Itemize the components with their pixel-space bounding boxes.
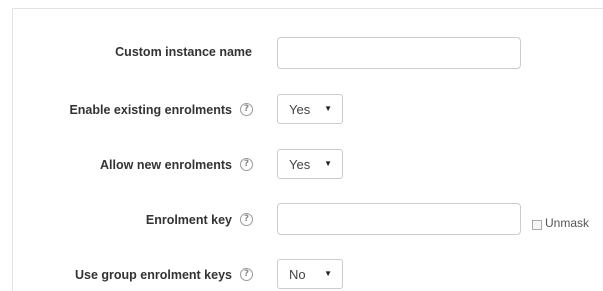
- use-group-enrolment-keys-label: Use group enrolment keys: [75, 268, 232, 282]
- enable-existing-enrolments-value: Yes: [289, 101, 311, 117]
- form-top-border: [12, 8, 603, 9]
- help-icon[interactable]: ?: [240, 158, 253, 171]
- custom-instance-name-input[interactable]: [277, 37, 521, 69]
- allow-new-enrolments-value: Yes: [289, 156, 311, 172]
- help-icon[interactable]: ?: [240, 103, 253, 116]
- chevron-down-icon: ▼: [324, 104, 332, 113]
- enable-existing-enrolments-select[interactable]: Yes ▼: [277, 94, 343, 124]
- custom-instance-name-label: Custom instance name: [115, 45, 252, 59]
- chevron-down-icon: ▼: [324, 269, 332, 278]
- allow-new-enrolments-select[interactable]: Yes ▼: [277, 149, 343, 179]
- use-group-enrolment-keys-value: No: [289, 266, 306, 282]
- enrolment-settings-form: Custom instance name Enable existing enr…: [0, 0, 603, 291]
- unmask-checkbox[interactable]: [532, 220, 542, 230]
- use-group-enrolment-keys-select[interactable]: No ▼: [277, 259, 343, 289]
- help-icon[interactable]: ?: [240, 213, 253, 226]
- help-icon[interactable]: ?: [240, 268, 253, 281]
- form-left-border: [12, 8, 13, 291]
- allow-new-enrolments-label: Allow new enrolments: [100, 158, 232, 172]
- enable-existing-enrolments-label: Enable existing enrolments: [69, 103, 232, 117]
- enrolment-key-label: Enrolment key: [145, 213, 232, 227]
- unmask-label[interactable]: Unmask: [545, 216, 589, 230]
- enrolment-key-input[interactable]: [277, 203, 521, 235]
- chevron-down-icon: ▼: [324, 159, 332, 168]
